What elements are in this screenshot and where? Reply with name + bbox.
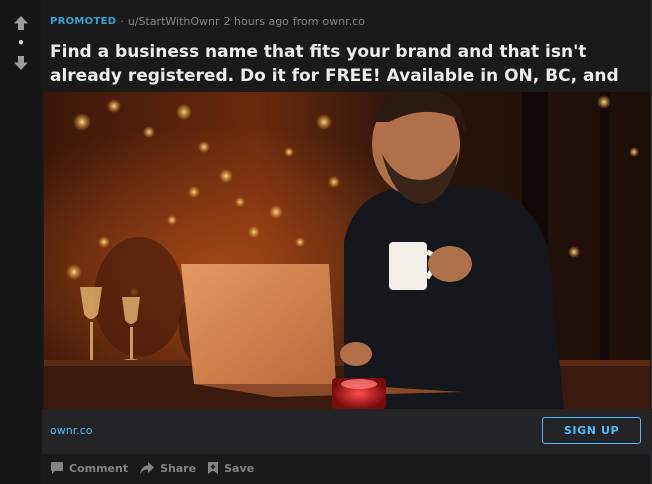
comment-icon: [51, 462, 63, 474]
downvote-arrow-icon: [14, 56, 28, 70]
comment-label: Comment: [69, 461, 129, 475]
downvote-button[interactable]: [10, 52, 32, 74]
promoted-post: • PROMOTED · u/StartWithOwnr 2 hours ago…: [0, 0, 652, 484]
vote-column: •: [0, 0, 42, 484]
comment-button[interactable]: Comment: [50, 461, 128, 475]
save-bookmark-icon: [208, 462, 219, 474]
meta-separator: ·: [120, 14, 124, 28]
ad-photo-man-with-laptop: [44, 92, 650, 409]
sign-up-button[interactable]: SIGN UP: [542, 417, 641, 444]
post-content: PROMOTED · u/StartWithOwnr 2 hours ago f…: [42, 0, 652, 484]
save-label: Save: [224, 461, 255, 475]
promoted-label: PROMOTED: [50, 15, 117, 27]
link-bar: ownr.co SIGN UP: [42, 409, 652, 454]
from-label: from: [292, 14, 319, 28]
upvote-arrow-icon: [14, 16, 28, 30]
share-label: Share: [160, 461, 197, 475]
post-time: 2 hours ago: [223, 14, 289, 28]
vote-score: •: [17, 36, 25, 50]
link-domain[interactable]: ownr.co: [50, 424, 93, 437]
upvote-button[interactable]: [10, 12, 32, 34]
ad-image[interactable]: [44, 92, 650, 409]
save-button[interactable]: Save: [207, 461, 254, 475]
source-domain: ownr.co: [322, 14, 366, 28]
share-icon: [140, 462, 155, 474]
post-meta: PROMOTED · u/StartWithOwnr 2 hours ago f…: [50, 13, 365, 29]
share-button[interactable]: Share: [139, 461, 196, 475]
post-actions: Comment Share Save: [50, 457, 254, 479]
author-link[interactable]: u/StartWithOwnr: [128, 15, 220, 28]
